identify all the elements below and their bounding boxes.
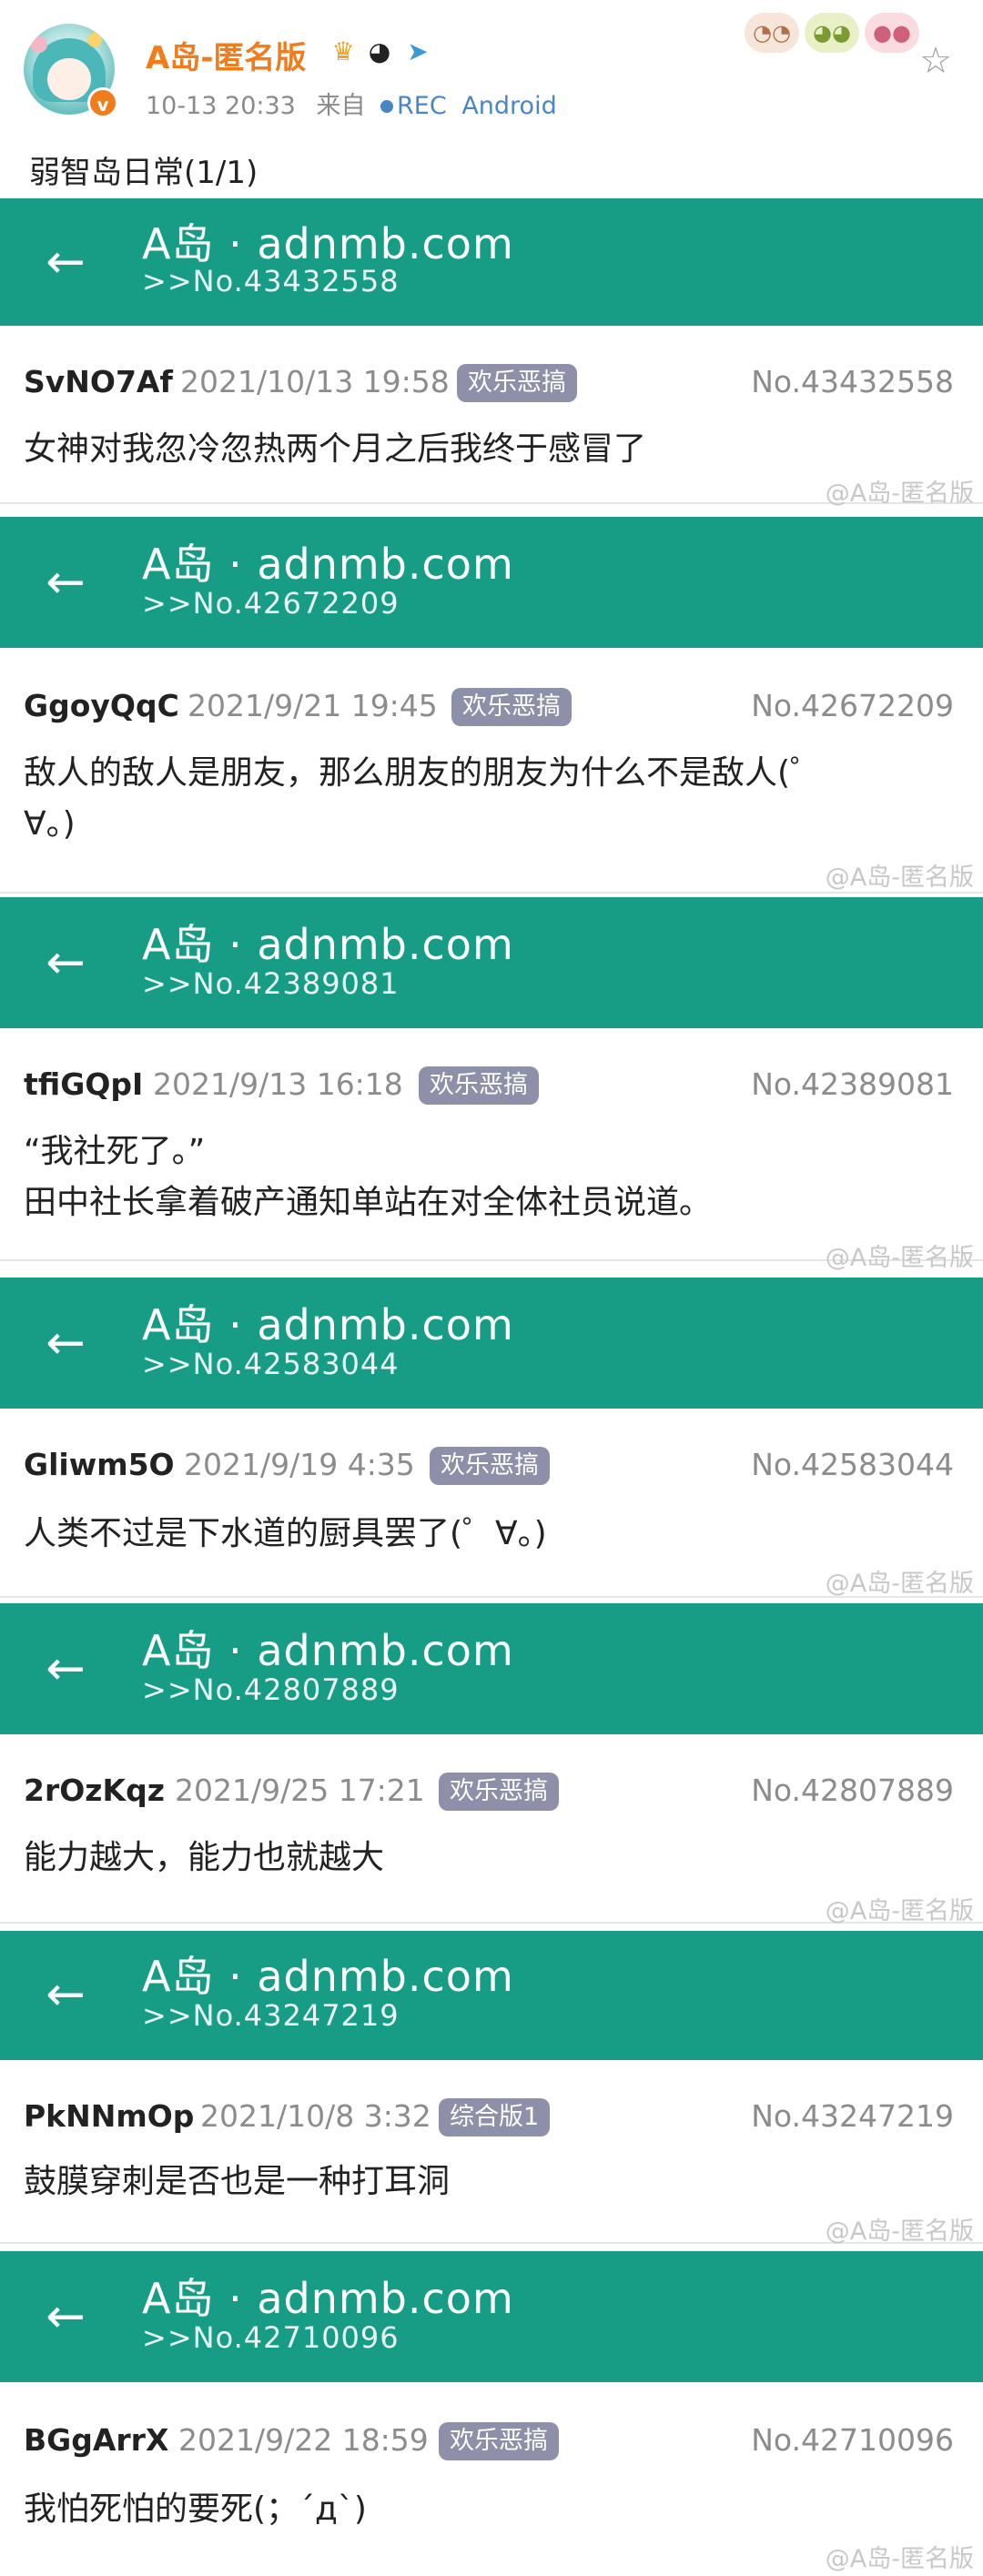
site-title: A岛 · adnmb.com [142,1300,514,1349]
back-arrow-icon[interactable]: ← [38,1316,93,1370]
reply-card: tfiGQpI 2021/9/13 16:18 欢乐恶搞 No.42389081… [0,1028,983,1261]
favorite-star-icon[interactable]: ☆ [915,40,957,82]
reply-content: 女神对我忽冷忽热两个月之后我终于感冒了 [24,430,647,468]
reply-board-tag[interactable]: 欢乐恶搞 [419,1066,539,1105]
verified-badge-icon: v [87,87,118,118]
reply-number[interactable]: No.42672209 [751,688,954,723]
reply-uid[interactable]: Gliwm5O [24,1447,175,1482]
reply-date: 2021/10/13 19:58 [180,364,450,399]
weibo-watermark: @A岛-匿名版 [825,2545,974,2573]
reply-content: “我社死了。” 田中社长拿着破产通知单站在对全体社员说道。 [24,1133,713,1221]
reply-board-tag[interactable]: 欢乐恶搞 [430,1447,550,1485]
reply-number[interactable]: No.42583044 [751,1447,954,1482]
reply-board-tag[interactable]: 欢乐恶搞 [451,688,572,726]
reply-content: 鼓膜穿刺是否也是一种打耳洞 [24,2163,451,2200]
reply-content: 我怕死怕的要死(；´д`) [24,2490,367,2528]
paper-plane-icon: ➤ [407,36,429,66]
reply-number[interactable]: No.43247219 [751,2098,954,2134]
from-label: 来自 [316,92,366,120]
reply-board-tag[interactable]: 综合版1 [439,2098,551,2137]
author-name[interactable]: A岛-匿名版 [146,33,306,77]
thread-ref-bar[interactable]: ← A岛 · adnmb.com >>No.42583044 [0,1278,983,1409]
thread-ref-bar[interactable]: ← A岛 · adnmb.com >>No.43247219 [0,1931,983,2060]
post-time: 10-13 20:33 [146,92,296,120]
thread-ref-number: >>No.43247219 [142,1998,400,2033]
weibo-watermark: @A岛-匿名版 [825,1897,974,1925]
thread-ref-bar[interactable]: ← A岛 · adnmb.com >>No.42807889 [0,1603,983,1734]
back-arrow-icon[interactable]: ← [38,1642,93,1696]
back-arrow-icon[interactable]: ← [38,555,93,610]
pig-emoji-icon[interactable]: ●● [865,13,919,53]
site-title: A岛 · adnmb.com [142,2274,514,2323]
thread-ref-number: >>No.42672209 [142,586,400,621]
post-source[interactable]: REC [397,92,447,120]
site-title: A岛 · adnmb.com [142,219,514,268]
reply-number[interactable]: No.42389081 [751,1066,954,1102]
reply-board-tag[interactable]: 欢乐恶搞 [439,2422,559,2460]
thread-ref-number: >>No.42807889 [142,1672,400,1707]
back-arrow-icon[interactable]: ← [38,1967,93,2022]
thread-ref-bar[interactable]: ← A岛 · adnmb.com >>No.43432558 [0,198,983,326]
rec-dot-icon [380,100,394,113]
site-title: A岛 · adnmb.com [142,1952,514,2001]
weibo-post-header: v A岛-匿名版 ♛ ◕ ➤ 10-13 20:33 来自 REC Androi… [0,0,983,191]
site-title: A岛 · adnmb.com [142,540,514,589]
post-text: 弱智岛日常(1/1) [29,155,258,191]
reply-date: 2021/9/13 16:18 [153,1066,403,1102]
back-arrow-icon[interactable]: ← [38,935,93,990]
mouse-emoji-icon[interactable]: ◔◔ [745,13,799,53]
reply-uid[interactable]: SvNO7Af [24,364,173,399]
reply-uid[interactable]: PkNNmOp [24,2098,194,2134]
weibo-watermark: @A岛-匿名版 [825,1570,974,1598]
frog-emoji-icon[interactable]: ◕◕ [805,13,859,53]
reply-uid[interactable]: GgoyQqC [24,688,179,723]
reply-board-tag[interactable]: 欢乐恶搞 [439,1773,559,1811]
back-arrow-icon[interactable]: ← [38,235,93,289]
reply-content: 敌人的敌人是朋友，那么朋友的朋友为什么不是敌人(゜ ∀。) [24,754,824,843]
weibo-watermark: @A岛-匿名版 [825,864,974,892]
weibo-watermark: @A岛-匿名版 [825,1244,974,1272]
thread-ref-bar[interactable]: ← A岛 · adnmb.com >>No.42389081 [0,897,983,1028]
thread-ref-number: >>No.43432558 [142,264,400,298]
reply-content: 能力越大，能力也就越大 [24,1839,385,1876]
reply-number[interactable]: No.42807889 [751,1773,954,1808]
thread-ref-bar[interactable]: ← A岛 · adnmb.com >>No.42672209 [0,517,983,648]
reply-date: 2021/9/22 18:59 [178,2422,429,2458]
thread-ref-number: >>No.42710096 [142,2320,400,2355]
reply-date: 2021/9/19 4:35 [184,1447,415,1482]
reply-uid[interactable]: BGgArrX [24,2422,168,2458]
site-title: A岛 · adnmb.com [142,920,514,969]
site-title: A岛 · adnmb.com [142,1626,514,1675]
post-meta: 10-13 20:33 来自 REC Android [146,86,557,121]
weibo-watermark: @A岛-匿名版 [825,480,974,508]
reply-uid[interactable]: tfiGQpI [24,1066,143,1102]
reply-uid[interactable]: 2rOzKqz [24,1773,165,1808]
reply-date: 2021/9/25 17:21 [175,1773,425,1808]
reply-number[interactable]: No.43432558 [751,364,954,399]
reply-board-tag[interactable]: 欢乐恶搞 [457,364,577,402]
post-client[interactable]: Android [461,92,556,120]
reply-content: 人类不过是下水道的厨具罢了(゜∀。) [24,1515,547,1552]
thread-ref-number: >>No.42389081 [142,966,400,1001]
panda-icon: ◕ [368,36,391,66]
thread-ref-bar[interactable]: ← A岛 · adnmb.com >>No.42710096 [0,2251,983,2382]
crown-icon: ♛ [331,36,355,66]
weibo-watermark: @A岛-匿名版 [825,2217,974,2246]
thread-ref-number: >>No.42583044 [142,1347,400,1381]
back-arrow-icon[interactable]: ← [38,2289,93,2344]
reply-date: 2021/9/21 19:45 [187,688,438,723]
reply-number[interactable]: No.42710096 [751,2422,954,2458]
reply-date: 2021/10/8 3:32 [200,2098,431,2134]
